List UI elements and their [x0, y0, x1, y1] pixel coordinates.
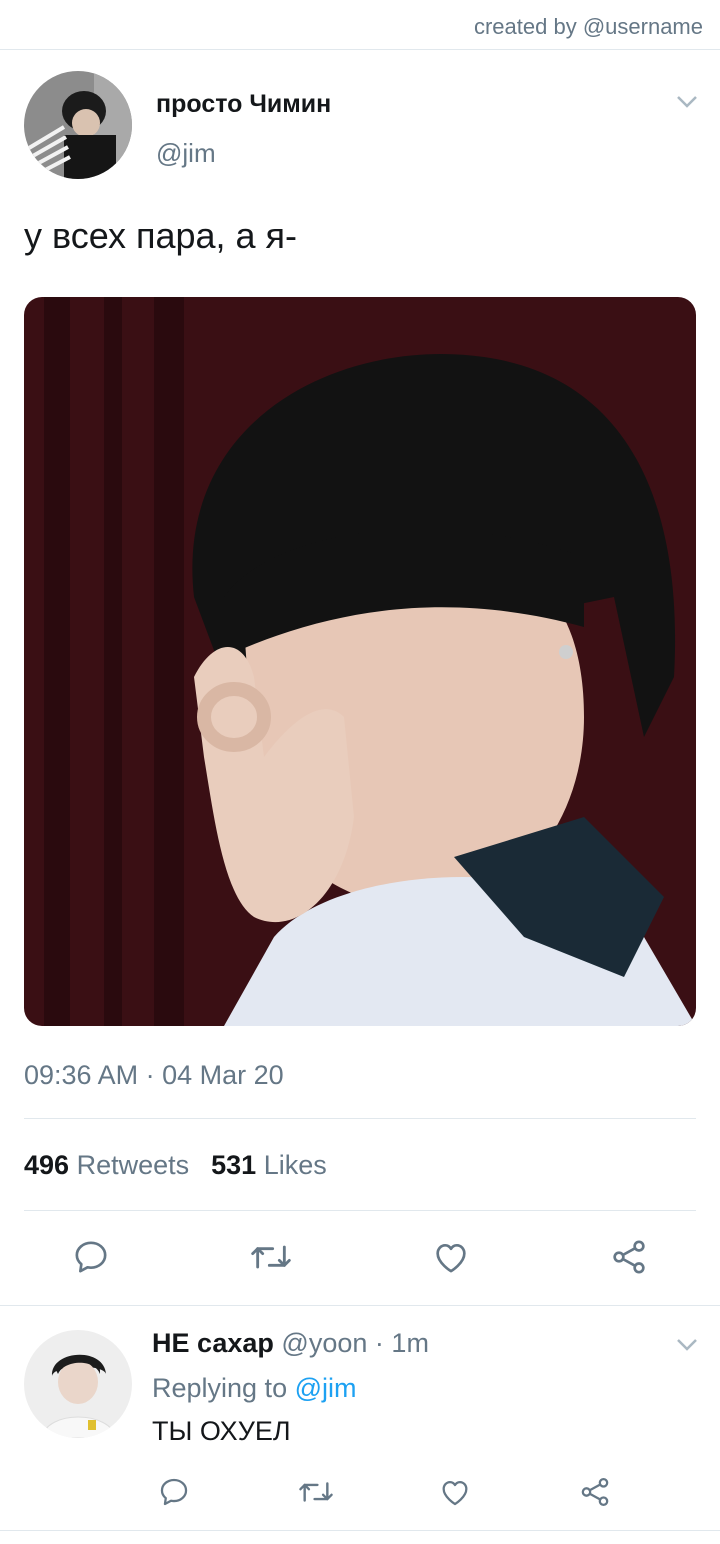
chevron-down-icon[interactable]: [676, 95, 698, 109]
author-display-name[interactable]: просто Чимин: [156, 90, 331, 119]
heart-icon[interactable]: [437, 1474, 473, 1510]
tweet-timestamp: 09:36 AM · 04 Mar 20: [24, 1060, 284, 1091]
reply-separator: ·: [374, 1328, 384, 1358]
retweet-icon[interactable]: [297, 1474, 335, 1510]
tweet-text: у всех пара, а я-: [24, 215, 298, 256]
created-by-label: created by @username: [473, 14, 703, 39]
author-handle[interactable]: @jim: [156, 138, 216, 169]
reply-display-name[interactable]: НЕ сахар: [152, 1328, 274, 1358]
reply-handle[interactable]: @yoon: [281, 1328, 367, 1358]
share-icon[interactable]: [608, 1236, 650, 1278]
retweets-count: 496: [24, 1150, 70, 1180]
top-bar: created by @username: [0, 0, 720, 50]
reply-icon[interactable]: [156, 1474, 192, 1510]
likes-label: Likes: [263, 1150, 327, 1180]
tweet-media-image[interactable]: [24, 297, 696, 1026]
timestamp-separator: ·: [145, 1060, 155, 1090]
divider: [0, 1305, 720, 1306]
retweets-label: Retweets: [76, 1150, 190, 1180]
retweets-stat[interactable]: 496 Retweets: [24, 1150, 189, 1180]
tweet-time: 09:36 AM: [24, 1060, 139, 1090]
retweet-icon[interactable]: [249, 1236, 293, 1278]
tweet-stats: 496 Retweets 531 Likes: [24, 1150, 327, 1181]
chevron-down-icon[interactable]: [676, 1338, 698, 1352]
divider: [24, 1210, 696, 1211]
divider: [0, 1530, 720, 1531]
replying-prefix: Replying to: [152, 1373, 288, 1403]
reply-text: ТЫ ОХУЕЛ: [152, 1416, 291, 1446]
reply-header: НЕ сахар @yoon · 1m: [152, 1328, 429, 1359]
reply-author-avatar[interactable]: [24, 1330, 132, 1438]
likes-count: 531: [211, 1150, 257, 1180]
likes-stat[interactable]: 531 Likes: [211, 1150, 327, 1180]
reply-time-ago: 1m: [391, 1328, 429, 1358]
replying-to-link[interactable]: @jim: [295, 1373, 357, 1403]
tweet-date: 04 Mar 20: [162, 1060, 284, 1090]
replying-to-line: Replying to @jim: [152, 1373, 357, 1404]
reply-icon[interactable]: [70, 1236, 112, 1278]
author-avatar[interactable]: [24, 71, 132, 179]
heart-icon[interactable]: [430, 1236, 472, 1278]
divider: [24, 1118, 696, 1119]
share-icon[interactable]: [577, 1474, 613, 1510]
